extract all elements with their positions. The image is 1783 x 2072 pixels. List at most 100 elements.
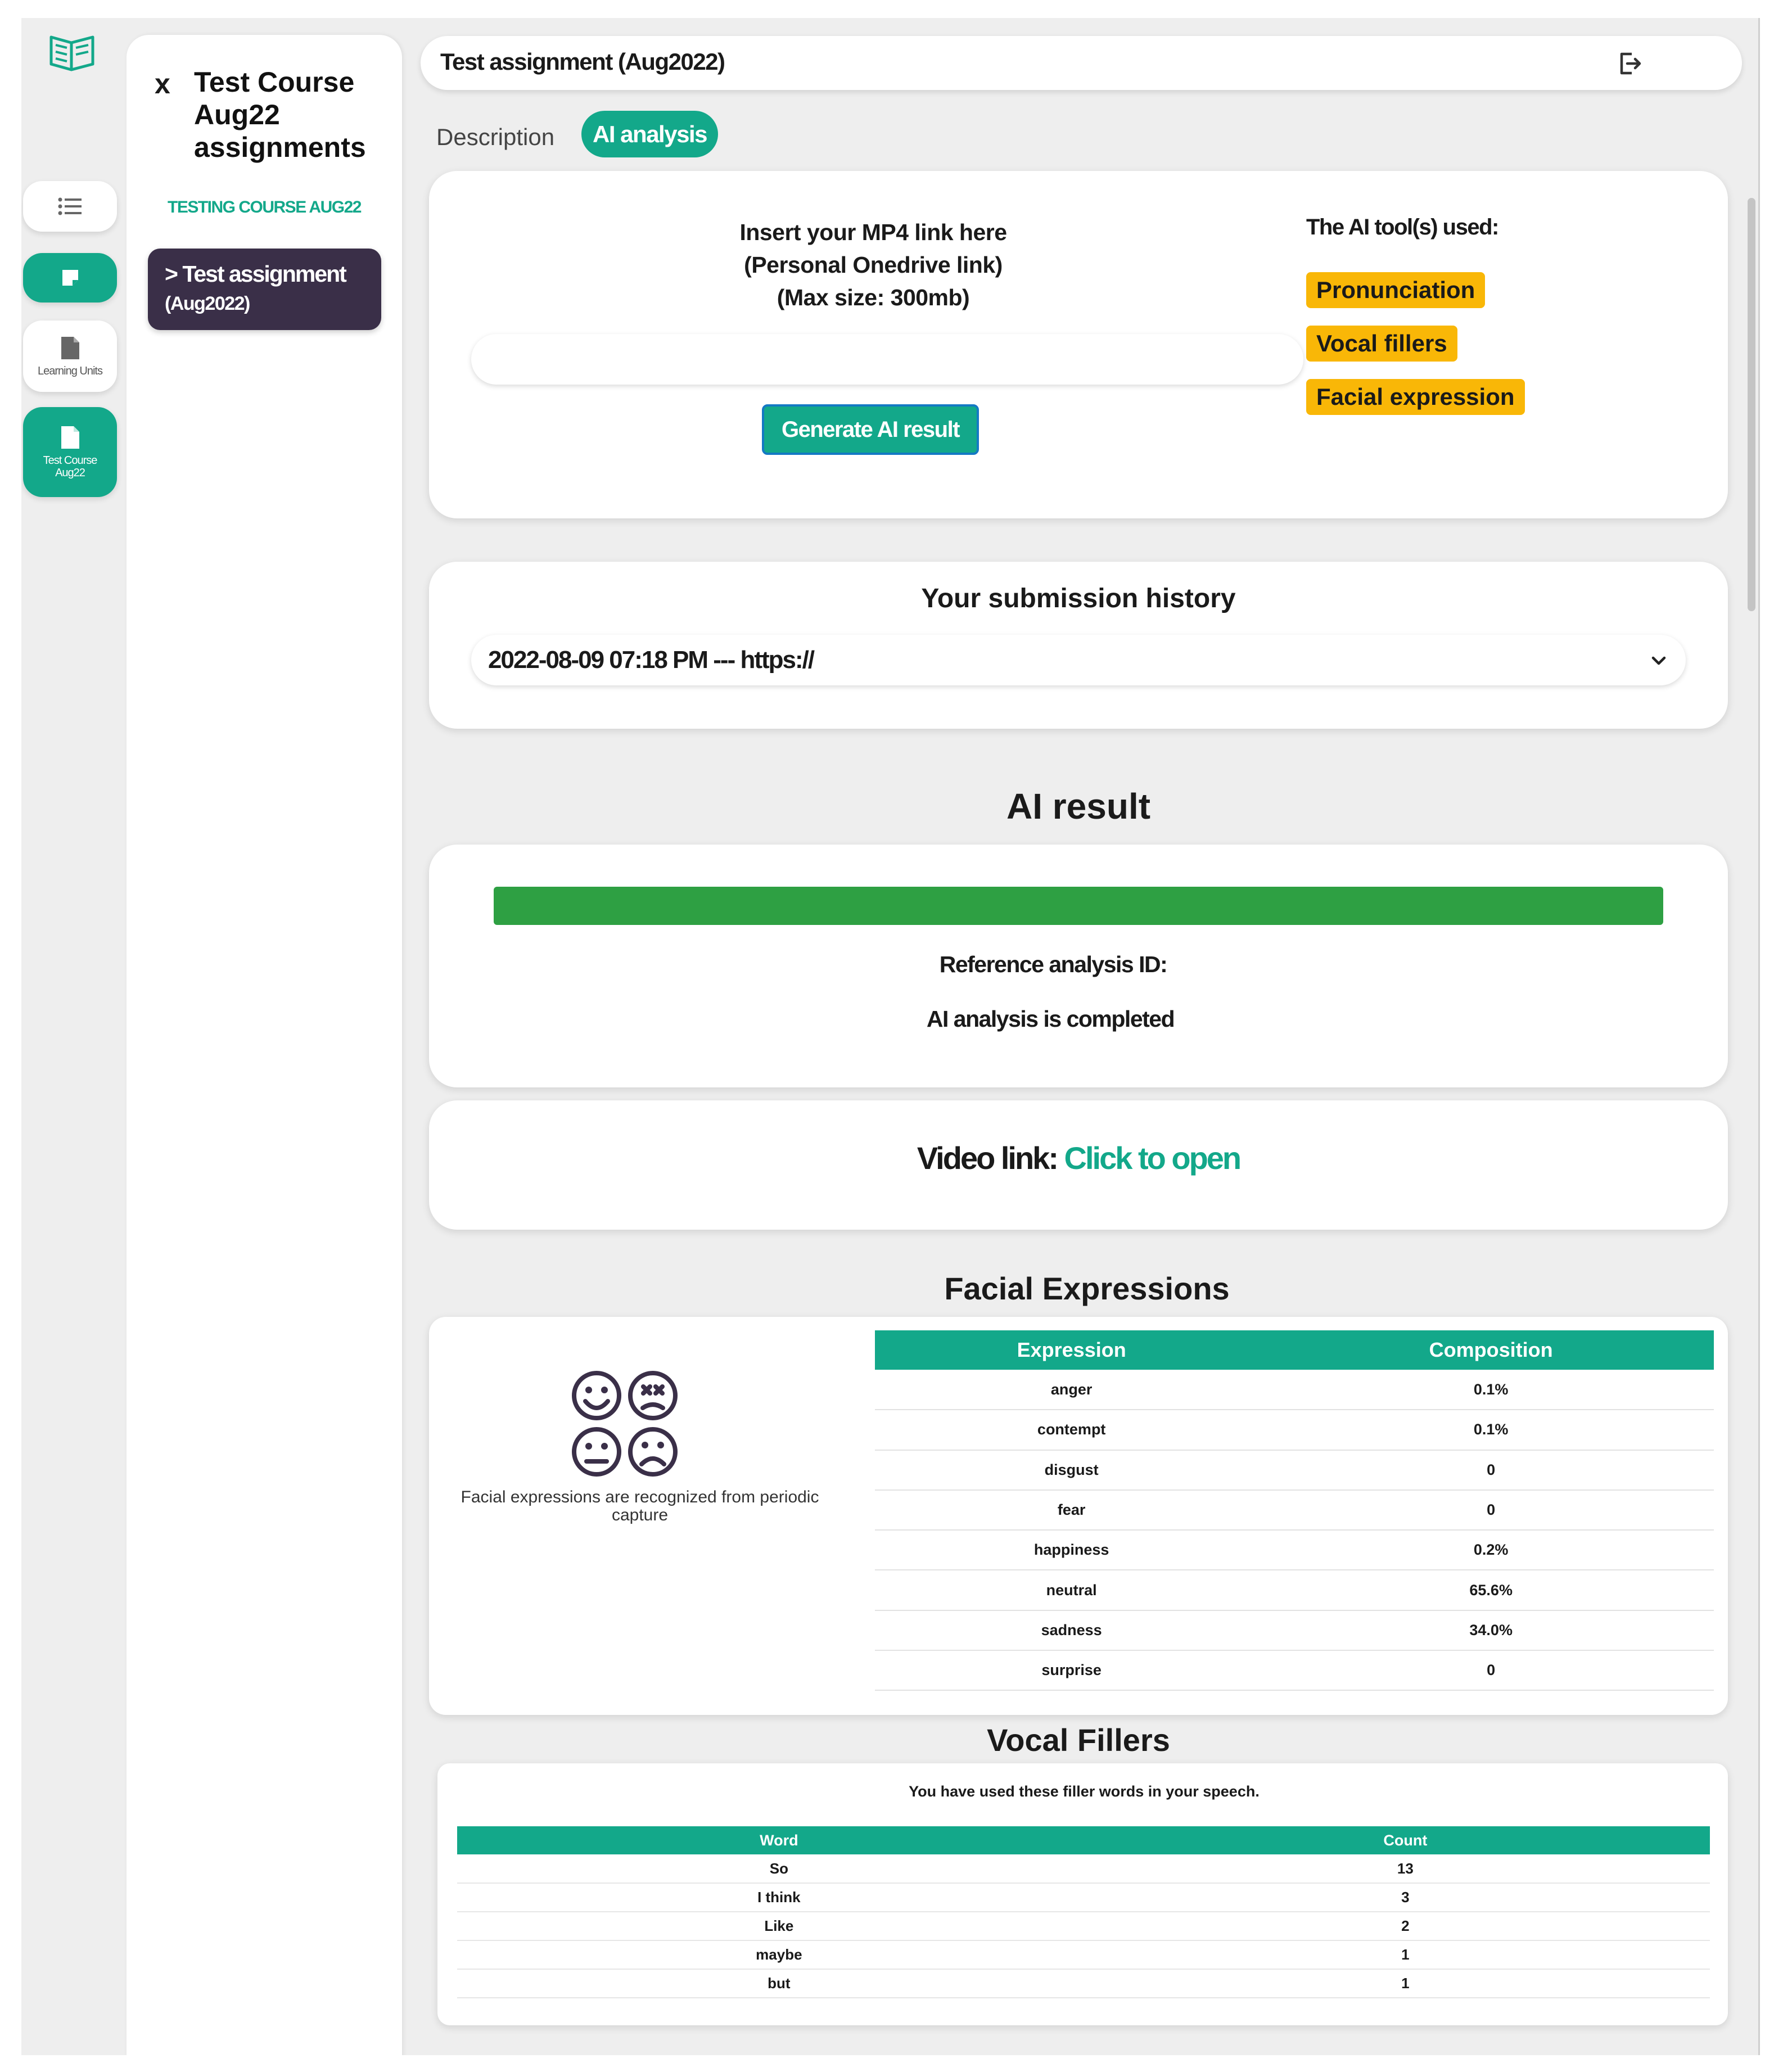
composition-cell: 0.1% — [1268, 1410, 1714, 1451]
count-cell: 1 — [1100, 1940, 1710, 1970]
vocal-fillers-caption: You have used these filler words in your… — [909, 1783, 1260, 1800]
table-row: fear 0 — [875, 1489, 1714, 1531]
composition-cell: 0 — [1268, 1489, 1714, 1531]
expression-cell: neutral — [875, 1570, 1269, 1611]
upload-instruction-line: (Max size: 300mb) — [777, 285, 970, 310]
expression-cell: disgust — [875, 1450, 1269, 1491]
table-header-row: Expression Composition — [875, 1330, 1714, 1370]
composition-cell: 34.0% — [1268, 1610, 1714, 1651]
column-header-expression: Expression — [875, 1330, 1269, 1370]
column-header-word: Word — [457, 1826, 1101, 1854]
progress-bar-fill — [494, 887, 1663, 925]
rail-learning-units-button[interactable]: Learning Units — [23, 320, 117, 392]
upload-instructions: Insert your MP4 link here (Personal Oned… — [676, 216, 1070, 314]
table-row: Like 2 — [457, 1912, 1710, 1941]
course-subtitle[interactable]: TESTING COURSE AUG22 — [127, 198, 402, 217]
composition-cell: 65.6% — [1268, 1570, 1714, 1611]
table-row: maybe 1 — [457, 1940, 1710, 1970]
count-cell: 2 — [1100, 1912, 1710, 1941]
tool-badge-facial-expression: Facial expression — [1306, 379, 1525, 415]
video-link-line: Video link: Click to open — [429, 1140, 1728, 1176]
expression-cell: fear — [875, 1489, 1269, 1531]
table-row: I think 3 — [457, 1883, 1710, 1912]
rail-test-course-label: Test Course Aug22 — [43, 454, 98, 479]
submission-history-card: Your submission history 2022-08-09 07:18… — [429, 562, 1728, 729]
table-row: contempt 0.1% — [875, 1410, 1714, 1451]
tool-badge-pronunciation: Pronunciation — [1306, 272, 1486, 308]
course-title: Test Course Aug22 assignments — [194, 66, 366, 163]
scrollbar-thumb[interactable] — [1748, 198, 1755, 611]
table-row: neutral 65.6% — [875, 1570, 1714, 1611]
video-link-label: Video link: — [917, 1140, 1059, 1176]
count-cell: 3 — [1100, 1883, 1710, 1912]
composition-cell: 0 — [1268, 1450, 1714, 1491]
tool-badge-vocal-fillers: Vocal fillers — [1306, 326, 1457, 362]
facial-expressions-icon — [572, 1371, 678, 1477]
icon-rail: Learning Units Test Course Aug22 — [21, 18, 128, 2055]
video-open-link[interactable]: Click to open — [1064, 1140, 1242, 1176]
composition-cell: 0.2% — [1268, 1530, 1714, 1571]
nav-item-test-assignment[interactable]: > Test assignment (Aug2022) — [148, 249, 381, 330]
generate-ai-result-button[interactable]: Generate AI result — [762, 404, 979, 455]
table-row: but 1 — [457, 1969, 1710, 1998]
mp4-link-input[interactable] — [471, 334, 1303, 385]
course-panel: x Test Course Aug22 assignments TESTING … — [127, 35, 402, 2055]
note-icon — [62, 270, 78, 286]
document-icon — [61, 426, 79, 449]
table-row: So 13 — [457, 1854, 1710, 1884]
facial-expressions-caption: Facial expressions are recognized from p… — [461, 1488, 819, 1524]
ai-progress-card: Reference analysis ID: AI analysis is co… — [429, 845, 1728, 1087]
submission-history-value: 2022-08-09 07:18 PM --- https:// — [488, 646, 815, 674]
count-cell: 13 — [1100, 1854, 1710, 1884]
table-row: surprise 0 — [875, 1650, 1714, 1691]
expression-cell: happiness — [875, 1530, 1269, 1571]
nav-item-label: > Test assignment — [165, 261, 347, 287]
composition-cell: 0 — [1268, 1650, 1714, 1691]
upload-instruction-line: Insert your MP4 link here — [739, 219, 1007, 245]
progress-bar — [494, 887, 1663, 925]
chevron-down-icon — [1651, 656, 1666, 665]
ai-analysis-status: AI analysis is completed — [926, 1006, 1175, 1032]
ai-tools-label: The AI tool(s) used: — [1306, 215, 1499, 240]
tab-ai-analysis[interactable]: AI analysis — [581, 111, 718, 157]
rail-test-course-button[interactable]: Test Course Aug22 — [23, 407, 117, 497]
book-logo-icon[interactable] — [47, 29, 97, 74]
tab-description[interactable]: Description — [436, 124, 554, 151]
column-header-composition: Composition — [1268, 1330, 1714, 1370]
table-header-row: Word Count — [457, 1826, 1710, 1854]
facial-expressions-table: Expression Composition anger 0.1% contemp… — [875, 1330, 1714, 1691]
composition-cell: 0.1% — [1268, 1370, 1714, 1411]
vocal-fillers-table: Word Count So 13 I think 3 Like 2 maybe 1 bu… — [457, 1826, 1710, 1998]
video-link-card: Video link: Click to open — [429, 1100, 1728, 1230]
rail-learning-units-label: Learning Units — [38, 364, 103, 377]
logout-icon[interactable] — [1617, 51, 1643, 76]
word-cell: Like — [457, 1912, 1101, 1941]
close-panel-button[interactable]: x — [155, 67, 170, 100]
submission-history-select[interactable]: 2022-08-09 07:18 PM --- https:// — [471, 635, 1686, 685]
vocal-fillers-title: Vocal Fillers — [987, 1722, 1170, 1758]
table-row: happiness 0.2% — [875, 1530, 1714, 1571]
app-frame: Learning Units Test Course Aug22 x Test … — [21, 18, 1760, 2055]
facial-expressions-card: Facial expressions are recognized from p… — [429, 1317, 1728, 1715]
rail-list-button[interactable] — [23, 181, 117, 232]
word-cell: maybe — [457, 1940, 1101, 1970]
reference-analysis-id: Reference analysis ID: — [939, 951, 1168, 977]
page-title: Test assignment (Aug2022) — [440, 48, 725, 75]
word-cell: but — [457, 1969, 1101, 1998]
word-cell: So — [457, 1854, 1101, 1884]
column-header-count: Count — [1100, 1826, 1710, 1854]
table-row: disgust 0 — [875, 1450, 1714, 1491]
expression-cell: sadness — [875, 1610, 1269, 1651]
nav-item-sublabel: (Aug2022) — [165, 293, 250, 314]
submission-history-title: Your submission history — [921, 584, 1236, 613]
assignment-header: Test assignment (Aug2022) — [421, 36, 1742, 90]
table-row: sadness 34.0% — [875, 1610, 1714, 1651]
count-cell: 1 — [1100, 1969, 1710, 1998]
word-cell: I think — [457, 1883, 1101, 1912]
vocal-fillers-card: You have used these filler words in your… — [437, 1763, 1728, 2025]
upload-instruction-line: (Personal Onedrive link) — [744, 252, 1003, 278]
expression-cell: surprise — [875, 1650, 1269, 1691]
rail-note-button[interactable] — [23, 253, 117, 303]
table-row: anger 0.1% — [875, 1370, 1714, 1411]
expression-cell: contempt — [875, 1410, 1269, 1451]
